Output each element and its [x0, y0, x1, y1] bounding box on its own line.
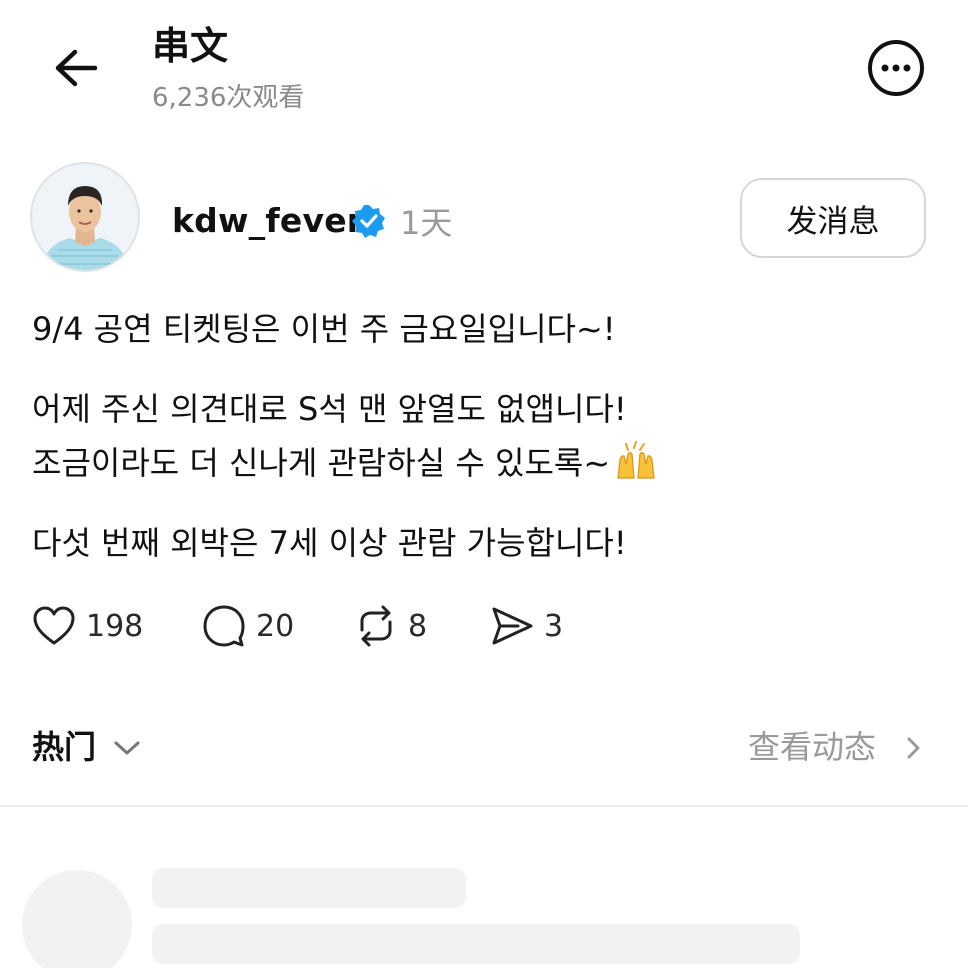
repost-count: 8 [408, 608, 428, 644]
page-title: 串文 [152, 24, 229, 68]
heart-icon [33, 606, 75, 645]
share-count: 3 [544, 608, 564, 644]
repost-icon [360, 605, 392, 647]
section-divider [0, 805, 968, 807]
chevron-down-icon[interactable] [112, 736, 142, 760]
repost-button[interactable]: 8 [354, 600, 427, 652]
view-count: 6,236次观看 [152, 83, 305, 113]
post-text-segment: 조금이라도 더 신나게 관람하실 수 있도록~ [32, 444, 611, 482]
raising-hands-emoji-icon [614, 438, 658, 498]
view-activity-link[interactable]: 查看动态 [748, 724, 876, 770]
post-text-line: 어제 주신 의견대로 S석 맨 앞열도 없앱니다! [32, 390, 627, 428]
send-paper-plane-icon [492, 607, 533, 645]
send-message-button[interactable]: 发消息 [740, 178, 926, 258]
post-text-line: 다섯 번째 외박은 7세 이상 관람 가능합니다! [32, 524, 627, 562]
skeleton-avatar [22, 870, 132, 968]
chevron-right-icon[interactable] [904, 734, 924, 762]
like-count: 198 [86, 608, 144, 644]
verified-badge-icon [352, 204, 386, 238]
comment-button[interactable]: 20 [202, 600, 294, 652]
sort-dropdown-label[interactable]: 热门 [32, 724, 96, 770]
post-text-line: 9/4 공연 티켓팅은 이번 주 금요일입니다~! [32, 310, 616, 348]
comment-count: 20 [256, 608, 295, 644]
comment-bubble-icon [203, 605, 245, 647]
skeleton-line [152, 868, 466, 908]
share-button[interactable]: 3 [490, 600, 563, 652]
avatar[interactable] [30, 162, 140, 272]
more-options-icon[interactable] [866, 38, 926, 98]
skeleton-line [152, 924, 800, 964]
post-text-line: 조금이라도 더 신나게 관람하실 수 있도록~ [32, 436, 658, 498]
author-username[interactable]: kdw_fever [172, 198, 363, 244]
post-time: 1天 [400, 204, 453, 242]
back-arrow-icon[interactable] [46, 38, 106, 98]
like-button[interactable]: 198 [32, 600, 143, 652]
thread-page: 串文 6,236次观看 kdw_fever 1天 发消息 9/4 공연 티켓팅은… [0, 0, 968, 968]
